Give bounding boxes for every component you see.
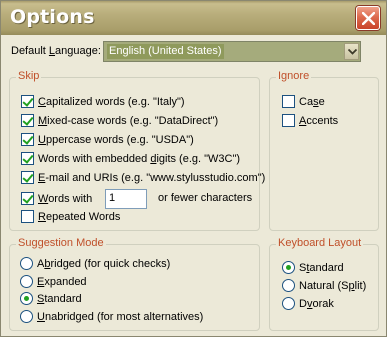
label-text: ixed-case words (e.g. "DataDirect")	[47, 115, 219, 127]
radio-circle[interactable]	[20, 275, 33, 288]
window-title: Options	[10, 6, 95, 28]
checkbox-label: Case	[299, 96, 325, 108]
checkbox-label: Words with	[38, 193, 92, 205]
radio-circle[interactable]	[282, 279, 295, 292]
label-text: ords with	[48, 193, 93, 205]
fewer-characters-label: or fewer characters	[158, 192, 253, 204]
label-text: orak	[312, 298, 334, 310]
radio-label: Unabridged (for most alternatives)	[37, 311, 203, 323]
checkbox-box[interactable]	[21, 152, 34, 165]
label-text: nabridged (for most alternatives)	[44, 311, 204, 323]
chevron-down-icon	[348, 49, 357, 55]
label-text: Words with embedded	[38, 153, 151, 165]
max-characters-input[interactable]: 1	[105, 189, 147, 209]
default-language-label: Default Language:	[11, 45, 101, 57]
label-text: ccents	[306, 115, 339, 127]
checkbox-box[interactable]	[282, 95, 295, 108]
label-mnemonic: U	[38, 134, 46, 146]
label-text: ridged (for quick checks)	[50, 258, 171, 270]
checkbox-label: Capitalized words (e.g. "Italy")	[38, 96, 185, 108]
language-value: English (United States)	[107, 44, 224, 59]
dropdown-button[interactable]	[344, 43, 359, 60]
skip-group-title: Skip	[16, 70, 42, 82]
label-mnemonic: M	[38, 115, 48, 127]
checkbox-box[interactable]	[21, 133, 34, 146]
radio-label: Standard	[299, 262, 344, 274]
checkbox-label: Words with embedded digits (e.g. "W3C")	[38, 153, 240, 165]
close-button[interactable]	[356, 6, 380, 30]
default-language-select[interactable]: English (United States)	[103, 41, 361, 62]
checkbox-box[interactable]	[21, 171, 34, 184]
label-mnemonic: C	[38, 96, 46, 108]
checkbox-label: Uppercase words (e.g. "USDA")	[38, 134, 194, 146]
options-dialog: Options Default Language: English (Unite…	[0, 0, 387, 337]
radio-label: Standard	[37, 293, 82, 305]
checkbox-label: Repeated Words	[38, 211, 120, 223]
label-text: igits (e.g. "W3C")	[156, 153, 241, 165]
close-icon	[362, 12, 375, 25]
checkbox-box[interactable]	[21, 95, 34, 108]
radio-label: Natural (Split)	[299, 280, 366, 292]
label-text: apitalized words (e.g. "Italy")	[45, 96, 185, 108]
radio-circle[interactable]	[282, 261, 295, 274]
suggestion-mode-title: Suggestion Mode	[16, 237, 106, 249]
checkbox-box[interactable]	[282, 114, 295, 127]
radio-label: Abridged (for quick checks)	[37, 258, 170, 270]
label-text: tandard	[44, 293, 82, 305]
label-mnemonic: R	[38, 211, 46, 223]
radio-circle[interactable]	[282, 297, 295, 310]
label-text: ppercase words (e.g. "USDA")	[45, 134, 194, 146]
checkbox-box[interactable]	[21, 210, 34, 223]
ignore-group-title: Ignore	[276, 70, 312, 82]
radio-label: Dvorak	[299, 298, 334, 310]
checkbox-box[interactable]	[21, 192, 34, 205]
label-mnemonic: W	[38, 193, 49, 205]
title-bar[interactable]: Options	[1, 1, 386, 35]
label-text: Default	[11, 45, 49, 57]
checkbox-label: E-mail and URIs (e.g. "www.stylusstudio.…	[38, 172, 265, 184]
label-text: -mail and URIs (e.g. "www.stylusstudio.c…	[45, 172, 266, 184]
radio-circle[interactable]	[20, 257, 33, 270]
label-text: andard	[309, 262, 344, 274]
radio-circle[interactable]	[20, 292, 33, 305]
label-text: e	[318, 96, 325, 108]
checkbox-box[interactable]	[21, 114, 34, 127]
label-text: xpanded	[44, 276, 87, 288]
keyboard-layout-title: Keyboard Layout	[276, 237, 364, 249]
checkbox-label: Accents	[299, 115, 338, 127]
label-mnemonic: U	[37, 311, 45, 323]
label-text: lit)	[354, 280, 367, 292]
radio-label: Expanded	[37, 276, 87, 288]
label-text: Natural (S	[299, 280, 349, 292]
radio-circle[interactable]	[20, 310, 33, 323]
label-text: Ca	[299, 96, 314, 108]
checkbox-label: Mixed-case words (e.g. "DataDirect")	[38, 115, 218, 127]
label-text: anguage:	[55, 45, 101, 57]
label-text: D	[299, 298, 307, 310]
label-text: epeated Words	[45, 211, 121, 223]
